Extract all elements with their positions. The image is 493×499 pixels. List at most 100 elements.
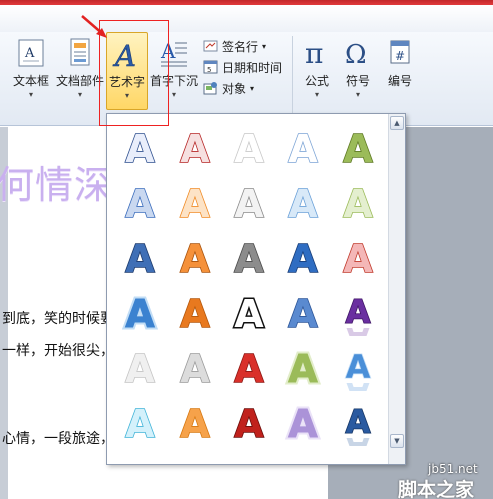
wordart-style-option[interactable]: A xyxy=(276,285,330,340)
wordart-style-option[interactable]: A xyxy=(113,395,167,450)
wordart-style-option[interactable]: A xyxy=(222,120,276,175)
quickparts-button[interactable]: 文档部件 ▾ xyxy=(56,32,104,112)
signature-label: 签名行 xyxy=(222,39,259,54)
wordart-style-option[interactable]: AA xyxy=(113,285,167,340)
wordart-style-option[interactable]: A xyxy=(222,395,276,450)
wordart-letter-icon: A xyxy=(179,181,211,226)
textbox-button[interactable]: A 文本框 ▾ xyxy=(8,32,54,112)
wordart-style-option[interactable]: A xyxy=(167,120,221,175)
wordart-style-option[interactable]: AA xyxy=(331,395,385,450)
wordart-letter-icon: AA xyxy=(345,292,372,336)
wordart-letter-icon: A xyxy=(342,236,374,281)
wordart-style-option[interactable]: AA xyxy=(331,285,385,340)
wordart-style-option[interactable]: AA xyxy=(276,395,330,450)
insert-ribbon: A 文本框 ▾ 文档部件 ▾ A 艺术字 ▾ A 首字下沉 ▾ 签名行 ▾ 5 … xyxy=(0,32,493,126)
wordart-style-option[interactable]: A xyxy=(113,120,167,175)
wordart-letter-icon: AA xyxy=(286,400,321,446)
svg-text:A: A xyxy=(180,402,210,446)
equation-button[interactable]: π 公式 ▾ xyxy=(297,32,337,112)
wordart-style-option[interactable]: A xyxy=(331,230,385,285)
wordart-style-option[interactable]: A xyxy=(113,230,167,285)
wordart-style-option[interactable]: A xyxy=(222,230,276,285)
wordart-letter-icon: AA xyxy=(345,347,372,391)
document-line: 到底，笑的时候要 xyxy=(2,311,114,327)
wordart-style-option[interactable]: A xyxy=(276,175,330,230)
wordart-style-option[interactable]: A xyxy=(331,120,385,175)
svg-text:A: A xyxy=(345,293,370,331)
wordart-letter-icon: AA xyxy=(286,345,321,391)
textbox-label: 文本框 xyxy=(12,74,49,88)
svg-text:A: A xyxy=(234,402,264,446)
number-icon: # xyxy=(387,38,413,71)
symbol-label: 符号 xyxy=(345,74,370,88)
wordart-letter-icon: A xyxy=(233,236,265,281)
datetime-icon: 5 xyxy=(203,60,218,74)
wordart-letter-icon: A xyxy=(233,126,265,171)
svg-text:A: A xyxy=(289,182,319,226)
quickparts-icon xyxy=(66,38,94,71)
watermark-name: 脚本之家 xyxy=(398,479,475,499)
wordart-letter-icon: A xyxy=(179,236,211,281)
wordart-letter-icon: A xyxy=(179,291,211,336)
symbol-icon: Ω xyxy=(343,38,373,71)
gallery-scrollbar[interactable]: ▲ ▼ xyxy=(388,114,405,464)
svg-text:A: A xyxy=(345,403,370,441)
svg-text:A: A xyxy=(125,182,155,226)
wordart-style-option[interactable]: A xyxy=(222,285,276,340)
scroll-down-button[interactable]: ▼ xyxy=(390,434,404,448)
svg-text:A: A xyxy=(180,127,210,171)
object-button[interactable]: 对象 ▾ xyxy=(203,78,254,98)
datetime-label: 日期和时间 xyxy=(222,60,283,75)
wordart-letter-icon: A xyxy=(125,181,157,226)
svg-text:A: A xyxy=(234,127,264,171)
svg-text:A: A xyxy=(125,347,155,391)
signature-icon xyxy=(203,40,218,52)
svg-text:A: A xyxy=(234,182,264,226)
pointer-arrow-icon xyxy=(81,15,107,38)
svg-text:π: π xyxy=(305,38,323,68)
symbol-button[interactable]: Ω 符号 ▾ xyxy=(338,32,378,112)
svg-text:A: A xyxy=(343,127,373,171)
wordart-style-option[interactable]: A xyxy=(167,340,221,395)
wordart-style-option[interactable]: AA xyxy=(331,340,385,395)
signature-line-button[interactable]: 签名行 ▾ xyxy=(203,36,266,56)
svg-text:A: A xyxy=(180,347,210,391)
svg-text:A: A xyxy=(180,237,210,281)
svg-text:A: A xyxy=(125,402,155,446)
wordart-style-option[interactable]: A xyxy=(331,175,385,230)
wordart-style-option[interactable]: AA xyxy=(276,340,330,395)
wordart-style-option[interactable]: A xyxy=(276,230,330,285)
wordart-letter-icon: A xyxy=(125,346,157,391)
wordart-letter-icon: A xyxy=(342,181,374,226)
wordart-style-option[interactable]: A xyxy=(113,340,167,395)
wordart-style-option[interactable]: A xyxy=(167,175,221,230)
wordart-style-option[interactable]: A xyxy=(276,120,330,175)
svg-text:A: A xyxy=(345,348,370,386)
wordart-letter-icon: A xyxy=(288,126,320,171)
equation-icon: π xyxy=(302,37,332,71)
quickparts-label: 文档部件 xyxy=(56,74,105,88)
wordart-letter-icon: A xyxy=(179,346,211,391)
wordart-letter-icon: AA xyxy=(123,290,158,336)
equation-label: 公式 xyxy=(304,74,329,88)
wordart-style-option[interactable]: A xyxy=(167,395,221,450)
document-line: 心情，一段旅途， xyxy=(2,431,114,447)
svg-text:A: A xyxy=(125,292,155,336)
svg-text:A: A xyxy=(234,292,264,336)
wordart-letter-icon: A xyxy=(288,236,320,281)
svg-text:A: A xyxy=(289,237,319,281)
datetime-button[interactable]: 5 日期和时间 xyxy=(203,57,282,77)
scroll-up-button[interactable]: ▲ xyxy=(390,116,404,130)
svg-text:5: 5 xyxy=(207,66,211,74)
wordart-letter-icon: A xyxy=(179,401,211,446)
svg-text:A: A xyxy=(234,347,264,391)
wordart-style-option[interactable]: A xyxy=(222,175,276,230)
number-button[interactable]: # 编号 xyxy=(380,32,420,112)
wordart-preview-text: 何情深 xyxy=(0,163,114,207)
wordart-style-option[interactable]: A xyxy=(222,340,276,395)
wordart-style-option[interactable]: A xyxy=(167,230,221,285)
wordart-style-option[interactable]: A xyxy=(113,175,167,230)
svg-text:Ω: Ω xyxy=(345,40,367,68)
wordart-letter-icon: A xyxy=(342,126,374,171)
wordart-style-option[interactable]: A xyxy=(167,285,221,340)
